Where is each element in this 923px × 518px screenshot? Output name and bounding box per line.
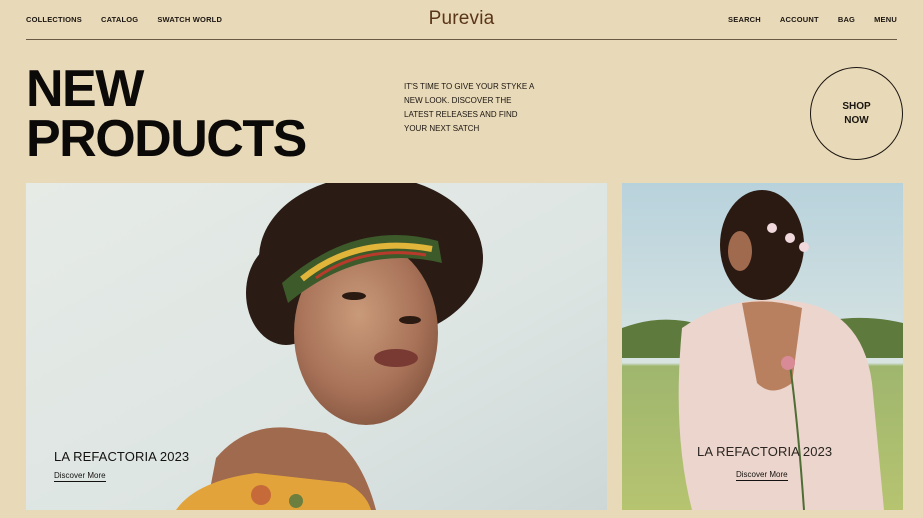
top-nav: COLLECTIONS CATALOG SWATCH WORLD Purevia… [26,0,897,40]
nav-account-link[interactable]: ACCOUNT [780,15,819,24]
card-1-discover-link[interactable]: Discover More [54,471,106,482]
nav-bag-link[interactable]: BAG [838,15,855,24]
card-2-photo [622,183,903,510]
nav-search-link[interactable]: SEARCH [728,15,761,24]
card-1-title: LA REFACTORIA 2023 [54,449,190,464]
shop-now-label-1: SHOP [842,100,871,112]
product-card-1[interactable]: LA REFACTORIA 2023 Discover More [26,183,607,510]
brand-logo[interactable]: Purevia [429,8,495,30]
nav-menu-link[interactable]: MENU [874,15,897,24]
shop-now-label-2: NOW [844,114,869,126]
product-card-2[interactable]: LA REFACTORIA 2023 Discover More [622,183,903,510]
card-2-discover-link[interactable]: Discover More [736,470,788,481]
nav-right: SEARCH ACCOUNT BAG MENU [728,15,897,24]
hero-title-line-1: NEW [26,60,144,118]
hero-title: NEW PRODUCTS [26,60,307,168]
shop-now-button[interactable]: SHOP NOW [810,67,903,160]
hero-title-line-2: PRODUCTS [26,110,307,168]
nav-collections-link[interactable]: COLLECTIONS [26,15,82,24]
nav-left: COLLECTIONS CATALOG SWATCH WORLD [26,15,222,24]
card-2-title: LA REFACTORIA 2023 [697,444,833,459]
hero-description: IT'S TIME TO GIVE YOUR STYKE A NEW LOOK.… [404,82,534,133]
nav-swatch-world-link[interactable]: SWATCH WORLD [157,15,222,24]
nav-catalog-link[interactable]: CATALOG [101,15,138,24]
